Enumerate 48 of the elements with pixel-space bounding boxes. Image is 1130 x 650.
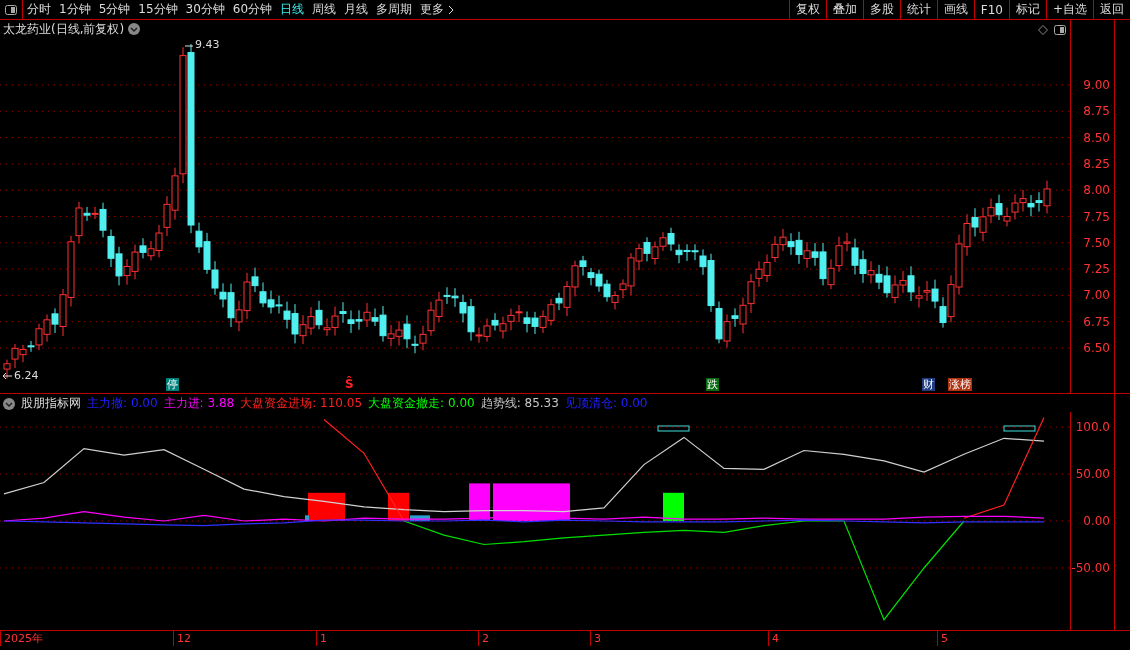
price-axis-label: 8.50 bbox=[1083, 130, 1110, 145]
event-symbol[interactable]: Ŝ bbox=[345, 378, 354, 391]
date-axis-label: 5 bbox=[937, 631, 948, 646]
date-axis-label: 12 bbox=[173, 631, 191, 646]
indicator-axis-label: -50.00 bbox=[1071, 561, 1110, 575]
period-tab[interactable]: 1分钟 bbox=[55, 0, 95, 19]
date-axis-label: 2025年 bbox=[0, 631, 43, 646]
period-tab[interactable]: 30分钟 bbox=[181, 0, 229, 19]
price-axis-label: 7.75 bbox=[1083, 209, 1110, 224]
indicator-value: 大盘资金进场: 110.05 bbox=[240, 395, 363, 412]
price-axis-label: 6.50 bbox=[1083, 341, 1110, 355]
event-tag[interactable]: 涨榜 bbox=[948, 378, 972, 391]
indicator-value: 趋势线: 85.33 bbox=[480, 395, 559, 412]
price-axis-label: 6.75 bbox=[1083, 314, 1110, 329]
date-axis-label: 4 bbox=[768, 631, 779, 646]
price-axis-label: 8.00 bbox=[1083, 183, 1110, 198]
period-tab[interactable]: 60分钟 bbox=[228, 0, 277, 19]
indicator-axis-label: 100.0 bbox=[1075, 420, 1110, 435]
date-axis-label: 2 bbox=[478, 631, 489, 646]
low-price-label: 6.24 bbox=[14, 369, 39, 382]
price-axis-label: 8.75 bbox=[1083, 104, 1110, 119]
period-tab[interactable]: 分时 bbox=[23, 0, 55, 19]
price-axis-label: 8.25 bbox=[1083, 156, 1110, 171]
date-axis-label: 3 bbox=[590, 631, 601, 646]
indicator-value: 大盘资金撤走: 0.00 bbox=[368, 395, 475, 412]
period-tab[interactable]: 多周期 bbox=[372, 0, 417, 19]
indicator-name: 股朋指标网 bbox=[21, 395, 81, 412]
price-axis-label: 9.00 bbox=[1083, 78, 1110, 92]
period-tab[interactable]: 月线 bbox=[340, 0, 373, 19]
chart-title: 太龙药业(日线,前复权) bbox=[3, 21, 125, 38]
date-axis-label: 1 bbox=[316, 631, 327, 646]
more-menu[interactable]: 更多 bbox=[416, 0, 459, 19]
period-tab[interactable]: 日线 bbox=[276, 0, 309, 19]
indicator-axis-label: 50.00 bbox=[1075, 467, 1110, 481]
event-tag[interactable]: 跌 bbox=[706, 378, 719, 391]
period-tab[interactable]: 15分钟 bbox=[134, 0, 182, 19]
period-tab[interactable]: 周线 bbox=[308, 0, 341, 19]
indicator-axis-label: 0.00 bbox=[1083, 514, 1110, 528]
price-axis-label: 7.00 bbox=[1083, 288, 1110, 303]
price-axis-label: 7.25 bbox=[1083, 262, 1110, 277]
price-axis-label: 7.50 bbox=[1083, 235, 1110, 250]
event-tag[interactable]: 财 bbox=[922, 378, 935, 391]
period-tab[interactable]: 5分钟 bbox=[94, 0, 135, 19]
indicator-value: 主力撤: 0.00 bbox=[87, 395, 158, 412]
event-tag[interactable]: 停 bbox=[166, 378, 179, 391]
high-price-label: 9.43 bbox=[195, 38, 220, 51]
indicator-value: 主力进: 3.88 bbox=[163, 395, 235, 412]
indicator-value: 见顶清仓: 0.00 bbox=[564, 395, 648, 412]
